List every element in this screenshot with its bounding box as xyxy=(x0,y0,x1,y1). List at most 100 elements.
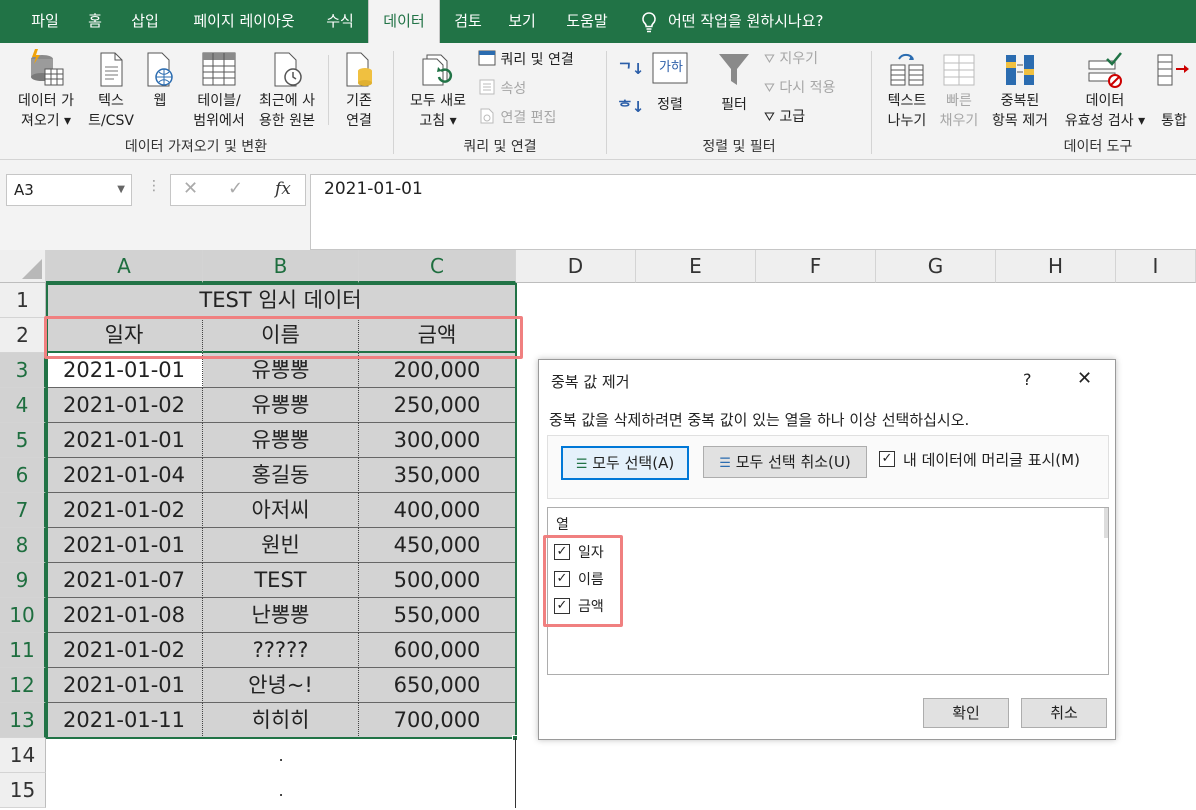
data-cell[interactable]: 히히히 xyxy=(203,703,359,738)
data-cell[interactable]: TEST xyxy=(203,563,359,598)
tab-data[interactable]: 데이터 xyxy=(368,0,440,43)
row-header[interactable]: 13 xyxy=(0,703,46,738)
text-csv-button[interactable]: 텍스 트/CSV xyxy=(86,47,136,131)
reapply-button[interactable]: ⛛ 다시 적용 xyxy=(764,78,835,99)
data-cell[interactable]: 난뽕뽕 xyxy=(203,598,359,633)
text-to-columns-button[interactable]: 텍스트 나누기 xyxy=(880,47,934,131)
close-icon[interactable]: ✕ xyxy=(1077,368,1092,389)
scrollbar[interactable] xyxy=(1104,508,1108,538)
column-header[interactable]: E xyxy=(636,250,756,283)
cancel-icon[interactable]: ✕ xyxy=(183,178,198,199)
tab-help[interactable]: 도움말 xyxy=(556,0,618,43)
dot-cell[interactable]: . xyxy=(203,738,359,773)
data-cell[interactable]: 유뽕뽕 xyxy=(203,388,359,423)
data-cell[interactable]: 700,000 xyxy=(359,703,516,738)
column-header[interactable]: C xyxy=(359,250,516,283)
ok-button[interactable]: 확인 xyxy=(923,698,1009,728)
get-data-button[interactable]: 데이터 가 져오기 ▾ xyxy=(8,47,84,131)
data-cell[interactable]: 250,000 xyxy=(359,388,516,423)
insert-function-icon[interactable]: fx xyxy=(275,179,291,199)
recent-sources-button[interactable]: 최근에 사 용한 원본 xyxy=(252,47,322,131)
row-header[interactable]: 15 xyxy=(0,773,46,808)
data-cell[interactable]: 300,000 xyxy=(359,423,516,458)
from-web-button[interactable]: 웹 xyxy=(140,47,180,111)
column-header[interactable]: B xyxy=(203,250,359,283)
properties-button[interactable]: 속성 xyxy=(478,78,526,99)
dot-cell[interactable]: . xyxy=(203,773,359,808)
data-cell[interactable]: 2021-01-01 xyxy=(46,528,203,563)
data-cell[interactable]: 2021-01-04 xyxy=(46,458,203,493)
column-header[interactable]: I xyxy=(1116,250,1196,283)
row-header[interactable]: 3 xyxy=(0,353,46,388)
sort-ascending-button[interactable]: ᄀ↓ xyxy=(618,59,644,79)
data-cell[interactable]: 2021-01-07 xyxy=(46,563,203,598)
data-cell[interactable]: 400,000 xyxy=(359,493,516,528)
data-validation-button[interactable]: 데이터 유효성 검사 ▾ xyxy=(1062,47,1148,131)
tab-review[interactable]: 검토 xyxy=(446,0,490,43)
cancel-button[interactable]: 취소 xyxy=(1021,698,1107,728)
data-cell[interactable]: 600,000 xyxy=(359,633,516,668)
sort-button[interactable]: 가하 정렬 xyxy=(648,51,692,115)
data-cell[interactable]: 550,000 xyxy=(359,598,516,633)
row-header[interactable]: 7 xyxy=(0,493,46,528)
from-table-button[interactable]: 테이블/ 범위에서 xyxy=(188,47,250,131)
tell-me-box[interactable]: 어떤 작업을 원하시나요? xyxy=(640,0,850,43)
sort-descending-button[interactable]: ᄒ↓ xyxy=(618,97,644,117)
data-cell[interactable]: 500,000 xyxy=(359,563,516,598)
row-header[interactable]: 11 xyxy=(0,633,46,668)
tab-view[interactable]: 보기 xyxy=(500,0,544,43)
data-cell[interactable]: 원빈 xyxy=(203,528,359,563)
row-header[interactable]: 6 xyxy=(0,458,46,493)
tab-insert[interactable]: 삽입 xyxy=(122,0,168,43)
data-cell[interactable]: 아저씨 xyxy=(203,493,359,528)
data-cell[interactable]: 350,000 xyxy=(359,458,516,493)
tab-file[interactable]: 파일 xyxy=(22,0,68,43)
clear-filter-button[interactable]: ⛛ 지우기 xyxy=(764,49,818,70)
column-header[interactable]: F xyxy=(756,250,876,283)
data-cell[interactable]: 2021-01-02 xyxy=(46,493,203,528)
existing-connections-button[interactable]: 기존 연결 xyxy=(334,47,384,131)
edit-links-button[interactable]: 연결 편집 xyxy=(478,107,556,128)
column-header[interactable]: H xyxy=(996,250,1116,283)
filter-button[interactable]: 필터 xyxy=(712,51,756,115)
data-cell[interactable]: 2021-01-01 xyxy=(46,423,203,458)
data-cell[interactable]: 650,000 xyxy=(359,668,516,703)
name-box[interactable]: A3 ▼ xyxy=(6,174,132,206)
tab-home[interactable]: 홈 xyxy=(78,0,112,43)
advanced-filter-button[interactable]: ⛛ 고급 xyxy=(764,107,805,128)
unselect-all-button[interactable]: ☰ 모두 선택 취소(U) xyxy=(703,446,867,478)
tab-formulas[interactable]: 수식 xyxy=(318,0,362,43)
row-header[interactable]: 10 xyxy=(0,598,46,633)
formula-input[interactable]: 2021-01-01 xyxy=(310,174,1196,250)
tab-page-layout[interactable]: 페이지 레이아웃 xyxy=(178,0,310,43)
row-header[interactable]: 1 xyxy=(0,283,46,318)
row-header[interactable]: 12 xyxy=(0,668,46,703)
select-all-button[interactable]: ☰ 모두 선택(A) xyxy=(561,446,689,480)
data-cell[interactable]: ????? xyxy=(203,633,359,668)
remove-duplicates-button[interactable]: 중복된 항목 제거 xyxy=(984,47,1056,131)
column-header[interactable]: G xyxy=(876,250,996,283)
sheet-title-cell[interactable]: TEST 임시 데이터 xyxy=(46,283,516,318)
data-cell[interactable]: 2021-01-02 xyxy=(46,388,203,423)
queries-connections-button[interactable]: 쿼리 및 연결 xyxy=(478,49,574,70)
row-header[interactable]: 8 xyxy=(0,528,46,563)
enter-check-icon[interactable]: ✓ xyxy=(228,178,243,199)
data-cell[interactable]: 2021-01-02 xyxy=(46,633,203,668)
row-header[interactable]: 2 xyxy=(0,318,46,353)
row-header[interactable]: 4 xyxy=(0,388,46,423)
column-header[interactable]: A xyxy=(46,250,203,283)
column-header[interactable]: D xyxy=(516,250,636,283)
help-icon[interactable]: ? xyxy=(1023,370,1032,389)
data-cell[interactable]: 홍길동 xyxy=(203,458,359,493)
data-cell[interactable]: 안녕~! xyxy=(203,668,359,703)
data-cell[interactable]: 2021-01-11 xyxy=(46,703,203,738)
refresh-all-button[interactable]: 모두 새로 고침 ▾ xyxy=(400,47,476,131)
data-cell[interactable]: 2021-01-01 xyxy=(46,668,203,703)
row-header[interactable]: 14 xyxy=(0,738,46,773)
select-all-corner[interactable] xyxy=(0,250,46,283)
chevron-down-icon[interactable]: ▼ xyxy=(117,175,125,205)
data-cell[interactable]: 유뽕뽕 xyxy=(203,423,359,458)
row-header[interactable]: 5 xyxy=(0,423,46,458)
data-cell[interactable]: 2021-01-08 xyxy=(46,598,203,633)
row-header[interactable]: 9 xyxy=(0,563,46,598)
